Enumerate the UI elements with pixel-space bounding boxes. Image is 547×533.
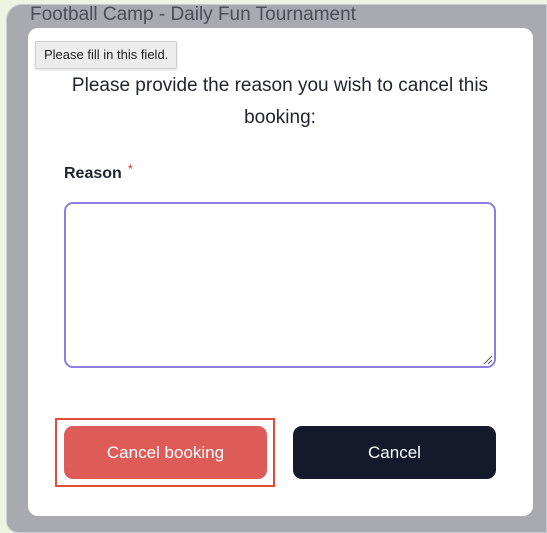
validation-tooltip: Please fill in this field. <box>35 41 178 69</box>
background-page-title: Football Camp - Daily Fun Tournament <box>30 4 356 25</box>
required-asterisk: * <box>128 162 133 176</box>
dialog-prompt: Please provide the reason you wish to ca… <box>71 75 489 128</box>
reason-label: Reason <box>64 165 122 182</box>
resize-grip-icon[interactable] <box>482 354 492 364</box>
cancel-button[interactable]: Cancel <box>293 426 496 479</box>
cancel-booking-button[interactable]: Cancel booking <box>64 426 267 479</box>
reason-textarea[interactable] <box>64 202 496 368</box>
